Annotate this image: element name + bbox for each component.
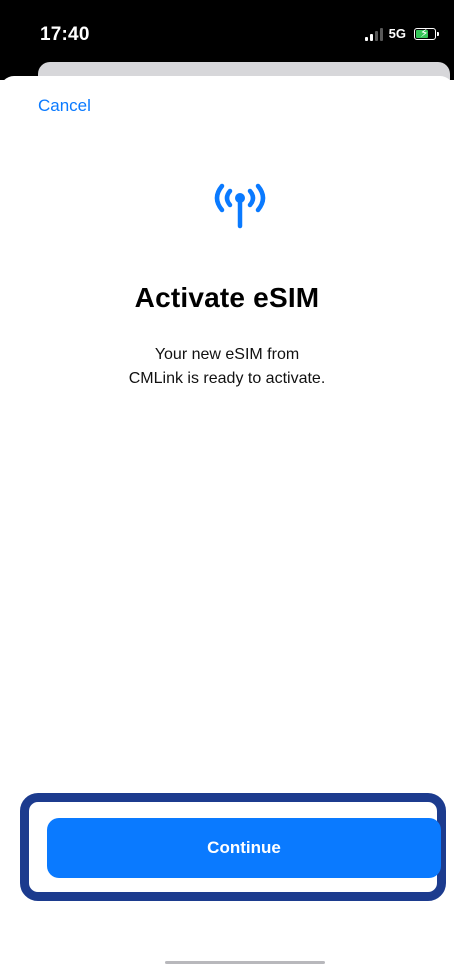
status-time: 17:40 [40,24,90,45]
network-type-label: 5G [388,26,406,41]
cellular-antenna-icon [214,183,266,229]
activation-description: Your new eSIM from CMLink is ready to ac… [0,343,454,391]
continue-button[interactable]: Continue [47,818,441,878]
cancel-button[interactable]: Cancel [38,96,91,116]
cellular-signal-icon [364,27,383,41]
page-title: Activate eSIM [134,282,320,313]
battery-charging-icon: ⚡ [414,26,439,40]
description-line-2: CMLink is ready to activate. [128,370,326,387]
description-line-1: Your new eSIM from [154,346,300,363]
status-indicators: 5G ⚡ [364,26,439,41]
